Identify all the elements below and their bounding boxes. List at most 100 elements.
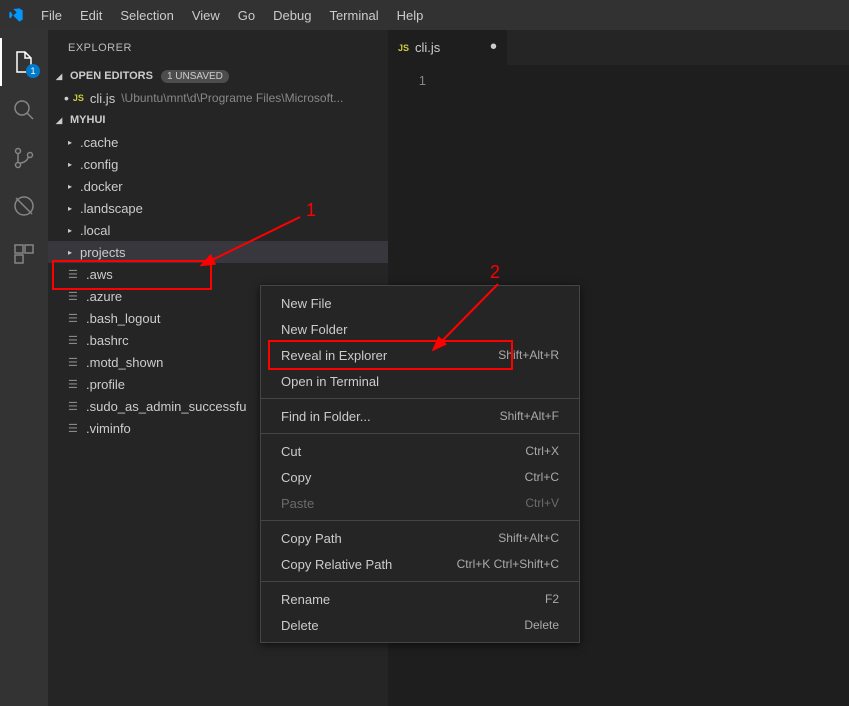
extensions-icon <box>12 242 36 266</box>
chevron-right-icon: ▸ <box>68 248 78 257</box>
titlebar: FileEditSelectionViewGoDebugTerminalHelp <box>0 0 849 30</box>
tree-folder[interactable]: ▸.docker <box>48 175 388 197</box>
context-menu-item-copy-path[interactable]: Copy Path Shift+Alt+C <box>261 525 579 551</box>
workspace-header[interactable]: ◢ MYHUI <box>48 109 388 131</box>
tree-item-label: .viminfo <box>86 421 131 436</box>
tree-folder[interactable]: ▸.cache <box>48 131 388 153</box>
context-menu-shortcut: Shift+Alt+C <box>498 531 559 545</box>
chevron-down-icon: ◢ <box>56 116 66 125</box>
file-icon: ☰ <box>68 400 82 413</box>
explorer-badge: 1 <box>26 64 40 78</box>
menu-item-go[interactable]: Go <box>229 4 264 27</box>
tree-folder[interactable]: ▸.config <box>48 153 388 175</box>
context-menu-separator <box>261 581 579 582</box>
tree-item-label: .config <box>80 157 118 172</box>
search-icon <box>12 98 36 122</box>
tree-item-label: .cache <box>80 135 118 150</box>
context-menu-item-cut[interactable]: CutCtrl+X <box>261 438 579 464</box>
context-menu-shortcut: Shift+Alt+F <box>500 409 559 423</box>
context-menu-shortcut: Delete <box>524 618 559 632</box>
tree-item-label: .landscape <box>80 201 143 216</box>
context-menu-item-delete[interactable]: Delete Delete <box>261 612 579 638</box>
menu-item-selection[interactable]: Selection <box>111 4 182 27</box>
file-path: \Ubuntu\mnt\d\Programe Files\Microsoft..… <box>121 91 343 105</box>
menu-item-debug[interactable]: Debug <box>264 4 320 27</box>
tree-item-label: .local <box>80 223 110 238</box>
context-menu-shortcut: F2 <box>545 592 559 606</box>
tree-item-label: .sudo_as_admin_successfu <box>86 399 246 414</box>
activity-extensions[interactable] <box>0 230 48 278</box>
chevron-right-icon: ▸ <box>68 138 78 147</box>
context-menu-item-reveal-in-explorer[interactable]: Reveal in Explorer Shift+Alt+R <box>261 342 579 368</box>
vscode-logo-icon <box>8 7 24 23</box>
activity-source-control[interactable] <box>0 134 48 182</box>
tree-item-label: .azure <box>86 289 122 304</box>
context-menu-shortcut: Ctrl+K Ctrl+Shift+C <box>457 557 559 571</box>
chevron-right-icon: ▸ <box>68 226 78 235</box>
context-menu-shortcut: Shift+Alt+R <box>498 348 559 362</box>
file-icon: ☰ <box>68 290 82 303</box>
open-editors-label: OPEN EDITORS <box>70 70 153 82</box>
editor-tab[interactable]: JS cli.js • <box>388 30 508 65</box>
file-icon: ☰ <box>68 312 82 325</box>
menu-item-file[interactable]: File <box>32 4 71 27</box>
source-control-icon <box>12 146 36 170</box>
context-menu-label: Cut <box>281 444 301 459</box>
context-menu: New File New Folder Reveal in Explorer Shif… <box>260 285 580 643</box>
context-menu-separator <box>261 520 579 521</box>
tree-item-label: .docker <box>80 179 123 194</box>
sidebar-title: EXPLORER <box>48 30 388 65</box>
context-menu-label: Copy Path <box>281 531 342 546</box>
tree-item-label: projects <box>80 245 126 260</box>
file-icon: ☰ <box>68 334 82 347</box>
js-file-icon: JS <box>398 43 409 53</box>
menu-item-terminal[interactable]: Terminal <box>320 4 387 27</box>
context-menu-label: Reveal in Explorer <box>281 348 387 363</box>
debug-icon <box>12 194 36 218</box>
menu-bar: FileEditSelectionViewGoDebugTerminalHelp <box>32 4 432 27</box>
tree-item-label: .bashrc <box>86 333 129 348</box>
context-menu-item-copy-relative-path[interactable]: Copy Relative Path Ctrl+K Ctrl+Shift+C <box>261 551 579 577</box>
activity-bar: 1 <box>0 30 48 706</box>
open-editors-header[interactable]: ◢ OPEN EDITORS 1 UNSAVED <box>48 65 388 87</box>
context-menu-label: New Folder <box>281 322 347 337</box>
menu-item-view[interactable]: View <box>183 4 229 27</box>
line-number: 1 <box>388 73 426 88</box>
context-menu-label: Copy Relative Path <box>281 557 392 572</box>
menu-item-help[interactable]: Help <box>388 4 433 27</box>
context-menu-item-new-folder[interactable]: New Folder <box>261 316 579 342</box>
open-editor-item[interactable]: •JScli.js\Ubuntu\mnt\d\Programe Files\Mi… <box>48 87 388 109</box>
context-menu-label: Delete <box>281 618 319 633</box>
menu-item-edit[interactable]: Edit <box>71 4 111 27</box>
context-menu-separator <box>261 398 579 399</box>
open-editors-list: •JScli.js\Ubuntu\mnt\d\Programe Files\Mi… <box>48 87 388 109</box>
tree-file[interactable]: ☰ .aws <box>48 263 388 285</box>
activity-search[interactable] <box>0 86 48 134</box>
file-icon: ☰ <box>68 268 82 281</box>
context-menu-label: Paste <box>281 496 314 511</box>
context-menu-item-find-in-folder-[interactable]: Find in Folder...Shift+Alt+F <box>261 403 579 429</box>
context-menu-item-rename[interactable]: Rename F2 <box>261 586 579 612</box>
context-menu-item-new-file[interactable]: New File <box>261 290 579 316</box>
file-icon: ☰ <box>68 422 82 435</box>
workspace-name: MYHUI <box>70 114 105 126</box>
tree-item-label: .aws <box>86 267 113 282</box>
tree-folder[interactable]: ▸.local <box>48 219 388 241</box>
context-menu-label: Rename <box>281 592 330 607</box>
chevron-down-icon: ◢ <box>56 72 66 81</box>
file-name: cli.js <box>90 91 115 106</box>
context-menu-item-open-in-terminal[interactable]: Open in Terminal <box>261 368 579 394</box>
activity-debug[interactable] <box>0 182 48 230</box>
context-menu-label: Copy <box>281 470 311 485</box>
context-menu-separator <box>261 433 579 434</box>
context-menu-item-copy[interactable]: CopyCtrl+C <box>261 464 579 490</box>
chevron-right-icon: ▸ <box>68 204 78 213</box>
activity-explorer[interactable]: 1 <box>0 38 48 86</box>
tree-folder[interactable]: ▸.landscape <box>48 197 388 219</box>
context-menu-shortcut: Ctrl+V <box>525 496 559 510</box>
tree-item-label: .profile <box>86 377 125 392</box>
tree-item-label: .bash_logout <box>86 311 160 326</box>
tree-folder[interactable]: ▸projects <box>48 241 388 263</box>
dirty-indicator-icon: • <box>490 36 497 59</box>
context-menu-item-paste: Paste Ctrl+V <box>261 490 579 516</box>
